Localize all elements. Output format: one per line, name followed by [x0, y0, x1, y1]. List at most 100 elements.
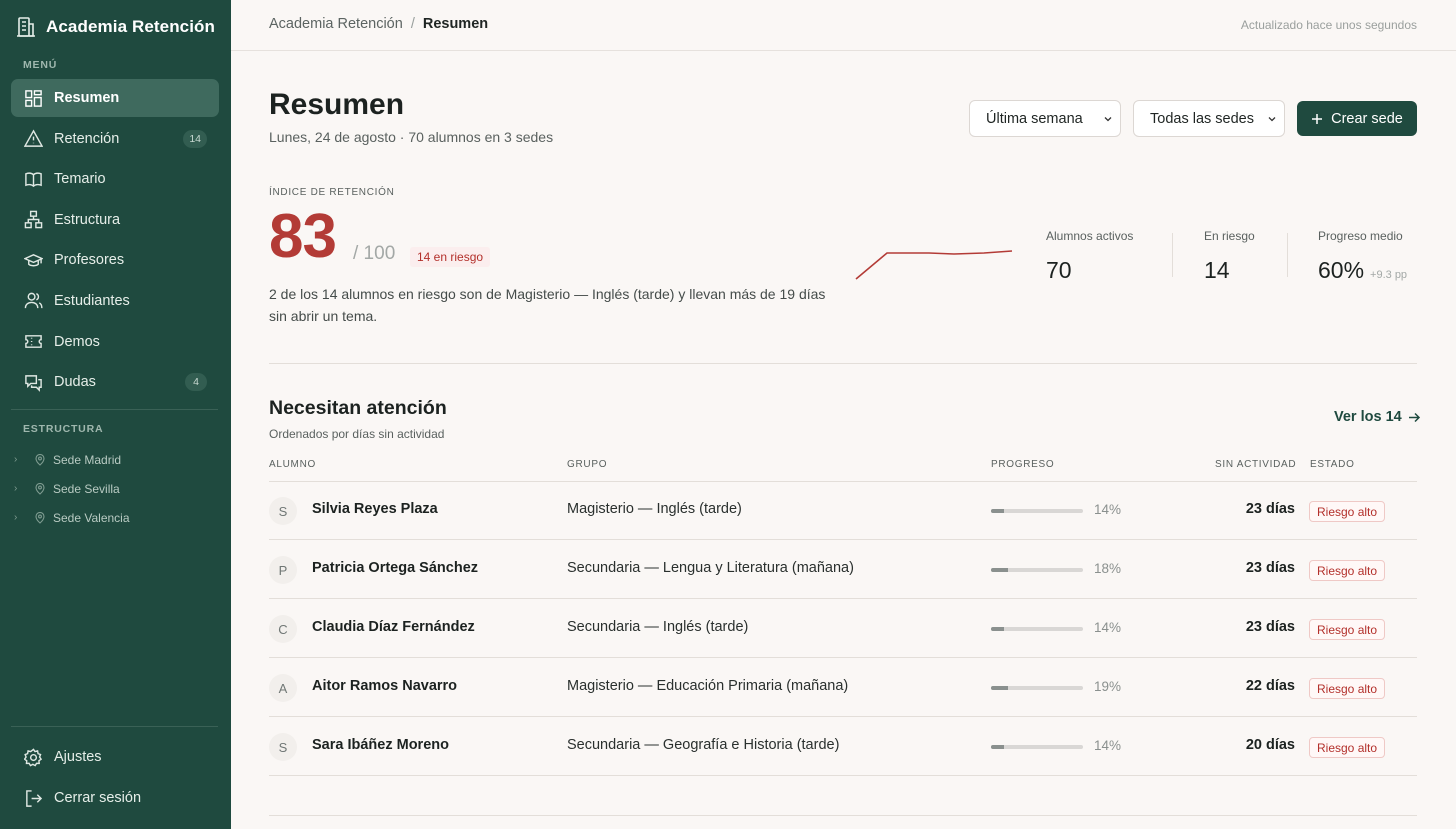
progress-bar: [991, 745, 1083, 749]
table-row[interactable]: S Sara Ibáñez Moreno Secundaria — Geogra…: [269, 717, 1417, 776]
period-select[interactable]: Última semana: [969, 100, 1121, 137]
progress-bar-fill: [991, 745, 1004, 749]
sidebar-item-profesores[interactable]: Profesores: [11, 241, 219, 279]
see-all-link[interactable]: Ver los 14: [1334, 409, 1421, 425]
breadcrumb-current: Resumen: [422, 16, 489, 32]
attention-title: Necesitan atención: [269, 397, 447, 419]
avatar: P: [269, 556, 297, 584]
status-badge: Riesgo alto: [1309, 737, 1386, 758]
building-icon: [17, 17, 35, 37]
retention-label: ÍNDICE DE RETENCIÓN: [269, 187, 395, 198]
sidebar-sede-madrid[interactable]: › Sede Madrid: [14, 445, 130, 474]
plus-icon: [1312, 113, 1323, 124]
table-row[interactable]: P Patricia Ortega Sánchez Secundaria — L…: [269, 540, 1417, 599]
stat-divider: [1172, 233, 1173, 277]
sidebar-item-label: Estudiantes: [54, 292, 130, 309]
progress-bar: [991, 627, 1083, 631]
table-row[interactable]: S Silvia Reyes Plaza Magisterio — Inglés…: [269, 481, 1417, 540]
chevron-down-icon: [1268, 117, 1276, 122]
count-badge: 4: [185, 373, 207, 392]
sidebar-item-cerrar-sesion[interactable]: Cerrar sesión: [11, 779, 219, 817]
progress-bar: [991, 686, 1083, 690]
col-header-progress[interactable]: PROGRESO: [991, 459, 1054, 470]
inactive-days: 23 días: [1245, 501, 1295, 517]
inactive-days: 22 días: [1245, 678, 1295, 694]
col-header-inactive[interactable]: SIN ACTIVIDAD: [1215, 459, 1296, 470]
student-group: Secundaria — Geografía e Historia (tarde…: [567, 737, 840, 753]
col-header-student[interactable]: ALUMNO: [269, 459, 316, 470]
sidebar-item-demos[interactable]: Demos: [11, 323, 219, 361]
progress-percent: 14%: [1094, 502, 1122, 517]
status-badge: Riesgo alto: [1309, 501, 1386, 522]
stat-at-risk: En riesgo 14: [1204, 229, 1255, 284]
sidebar-item-dudas[interactable]: Dudas 4: [11, 363, 219, 401]
progress-bar: [991, 509, 1083, 513]
chevron-right-icon: ›: [14, 454, 18, 465]
sidebar-item-resumen[interactable]: Resumen: [11, 79, 219, 117]
student-group: Secundaria — Lengua y Literatura (mañana…: [567, 560, 854, 576]
status-badge: Riesgo alto: [1309, 619, 1386, 640]
avatar: S: [269, 497, 297, 525]
breadcrumb-parent[interactable]: Academia Retención: [269, 16, 403, 32]
graduation-cap-icon: [24, 251, 43, 270]
table-row[interactable]: A Aitor Ramos Navarro Magisterio — Educa…: [269, 658, 1417, 717]
sidebar-bottom-nav: Ajustes Cerrar sesión: [11, 738, 219, 820]
stat-active-students: Alumnos activos 70: [1046, 229, 1133, 284]
stat-delta: +9.3 pp: [1370, 269, 1408, 281]
retention-max: / 100: [353, 243, 396, 264]
stat-label: Alumnos activos: [1046, 229, 1134, 243]
attention-subtitle: Ordenados por días sin actividad: [269, 427, 445, 441]
progress-bar-fill: [991, 627, 1004, 631]
hierarchy-icon: [24, 210, 43, 229]
sidebar-item-temario[interactable]: Temario: [11, 160, 219, 198]
sede-list: › Sede Madrid › Sede Sevilla › Sede Vale…: [14, 445, 130, 532]
sede-label: Sede Valencia: [53, 510, 130, 525]
col-header-status[interactable]: ESTADO: [1310, 459, 1355, 470]
stat-label: En riesgo: [1204, 229, 1255, 243]
progress-percent: 18%: [1094, 561, 1122, 576]
col-header-group[interactable]: GRUPO: [567, 459, 607, 470]
sede-select-value: Todas las sedes: [1150, 110, 1254, 127]
brand[interactable]: Academia Retención: [16, 16, 215, 38]
sidebar-item-label: Cerrar sesión: [54, 790, 142, 806]
sidebar-sede-sevilla[interactable]: › Sede Sevilla: [14, 474, 130, 503]
progress-percent: 14%: [1094, 738, 1122, 753]
structure-section-label: ESTRUCTURA: [23, 423, 104, 435]
stat-label: Progreso medio: [1318, 229, 1403, 243]
location-pin-icon: [34, 511, 46, 524]
sede-select[interactable]: Todas las sedes: [1133, 100, 1285, 137]
menu-section-label: MENÚ: [23, 59, 58, 71]
sidebar-item-estudiantes[interactable]: Estudiantes: [11, 282, 219, 320]
chevron-down-icon: [1104, 117, 1112, 122]
book-icon: [24, 170, 43, 189]
topbar: Academia Retención / Resumen Actualizado…: [231, 0, 1456, 51]
sidebar-item-label: Resumen: [54, 90, 120, 106]
breadcrumb: Academia Retención / Resumen: [269, 16, 488, 32]
sidebar: Academia Retención MENÚ Resumen Retenció…: [0, 0, 231, 829]
sidebar-divider: [11, 409, 218, 410]
create-sede-button[interactable]: Crear sede: [1297, 101, 1417, 136]
see-all-label: Ver los 14: [1334, 409, 1402, 425]
sidebar-sede-valencia[interactable]: › Sede Valencia: [14, 503, 130, 532]
updated-status: Actualizado hace unos segundos: [1240, 18, 1417, 32]
sidebar-item-label: Temario: [54, 171, 106, 188]
table-row[interactable]: C Claudia Díaz Fernández Secundaria — In…: [269, 599, 1417, 658]
sidebar-item-retencion[interactable]: Retención 14: [11, 120, 219, 158]
arrow-right-icon: [1408, 412, 1420, 422]
sidebar-item-label: Estructura: [54, 211, 121, 228]
sidebar-item-label: Demos: [54, 333, 100, 350]
student-group: Magisterio — Educación Primaria (mañana): [567, 678, 849, 694]
sidebar-item-ajustes[interactable]: Ajustes: [11, 738, 219, 776]
progress-bar: [991, 568, 1083, 572]
stat-value-row: 60% +9.3 pp: [1318, 257, 1407, 284]
create-sede-label: Crear sede: [1331, 110, 1403, 127]
student-group: Secundaria — Inglés (tarde): [567, 619, 749, 635]
sidebar-item-estructura[interactable]: Estructura: [11, 201, 219, 239]
sede-label: Sede Sevilla: [53, 481, 120, 496]
student-name: Silvia Reyes Plaza: [312, 501, 438, 517]
stat-value: 70: [1046, 257, 1072, 283]
student-name: Sara Ibáñez Moreno: [312, 737, 449, 753]
sede-label: Sede Madrid: [53, 452, 122, 467]
progress-bar-fill: [991, 686, 1009, 690]
avatar: A: [269, 674, 297, 702]
